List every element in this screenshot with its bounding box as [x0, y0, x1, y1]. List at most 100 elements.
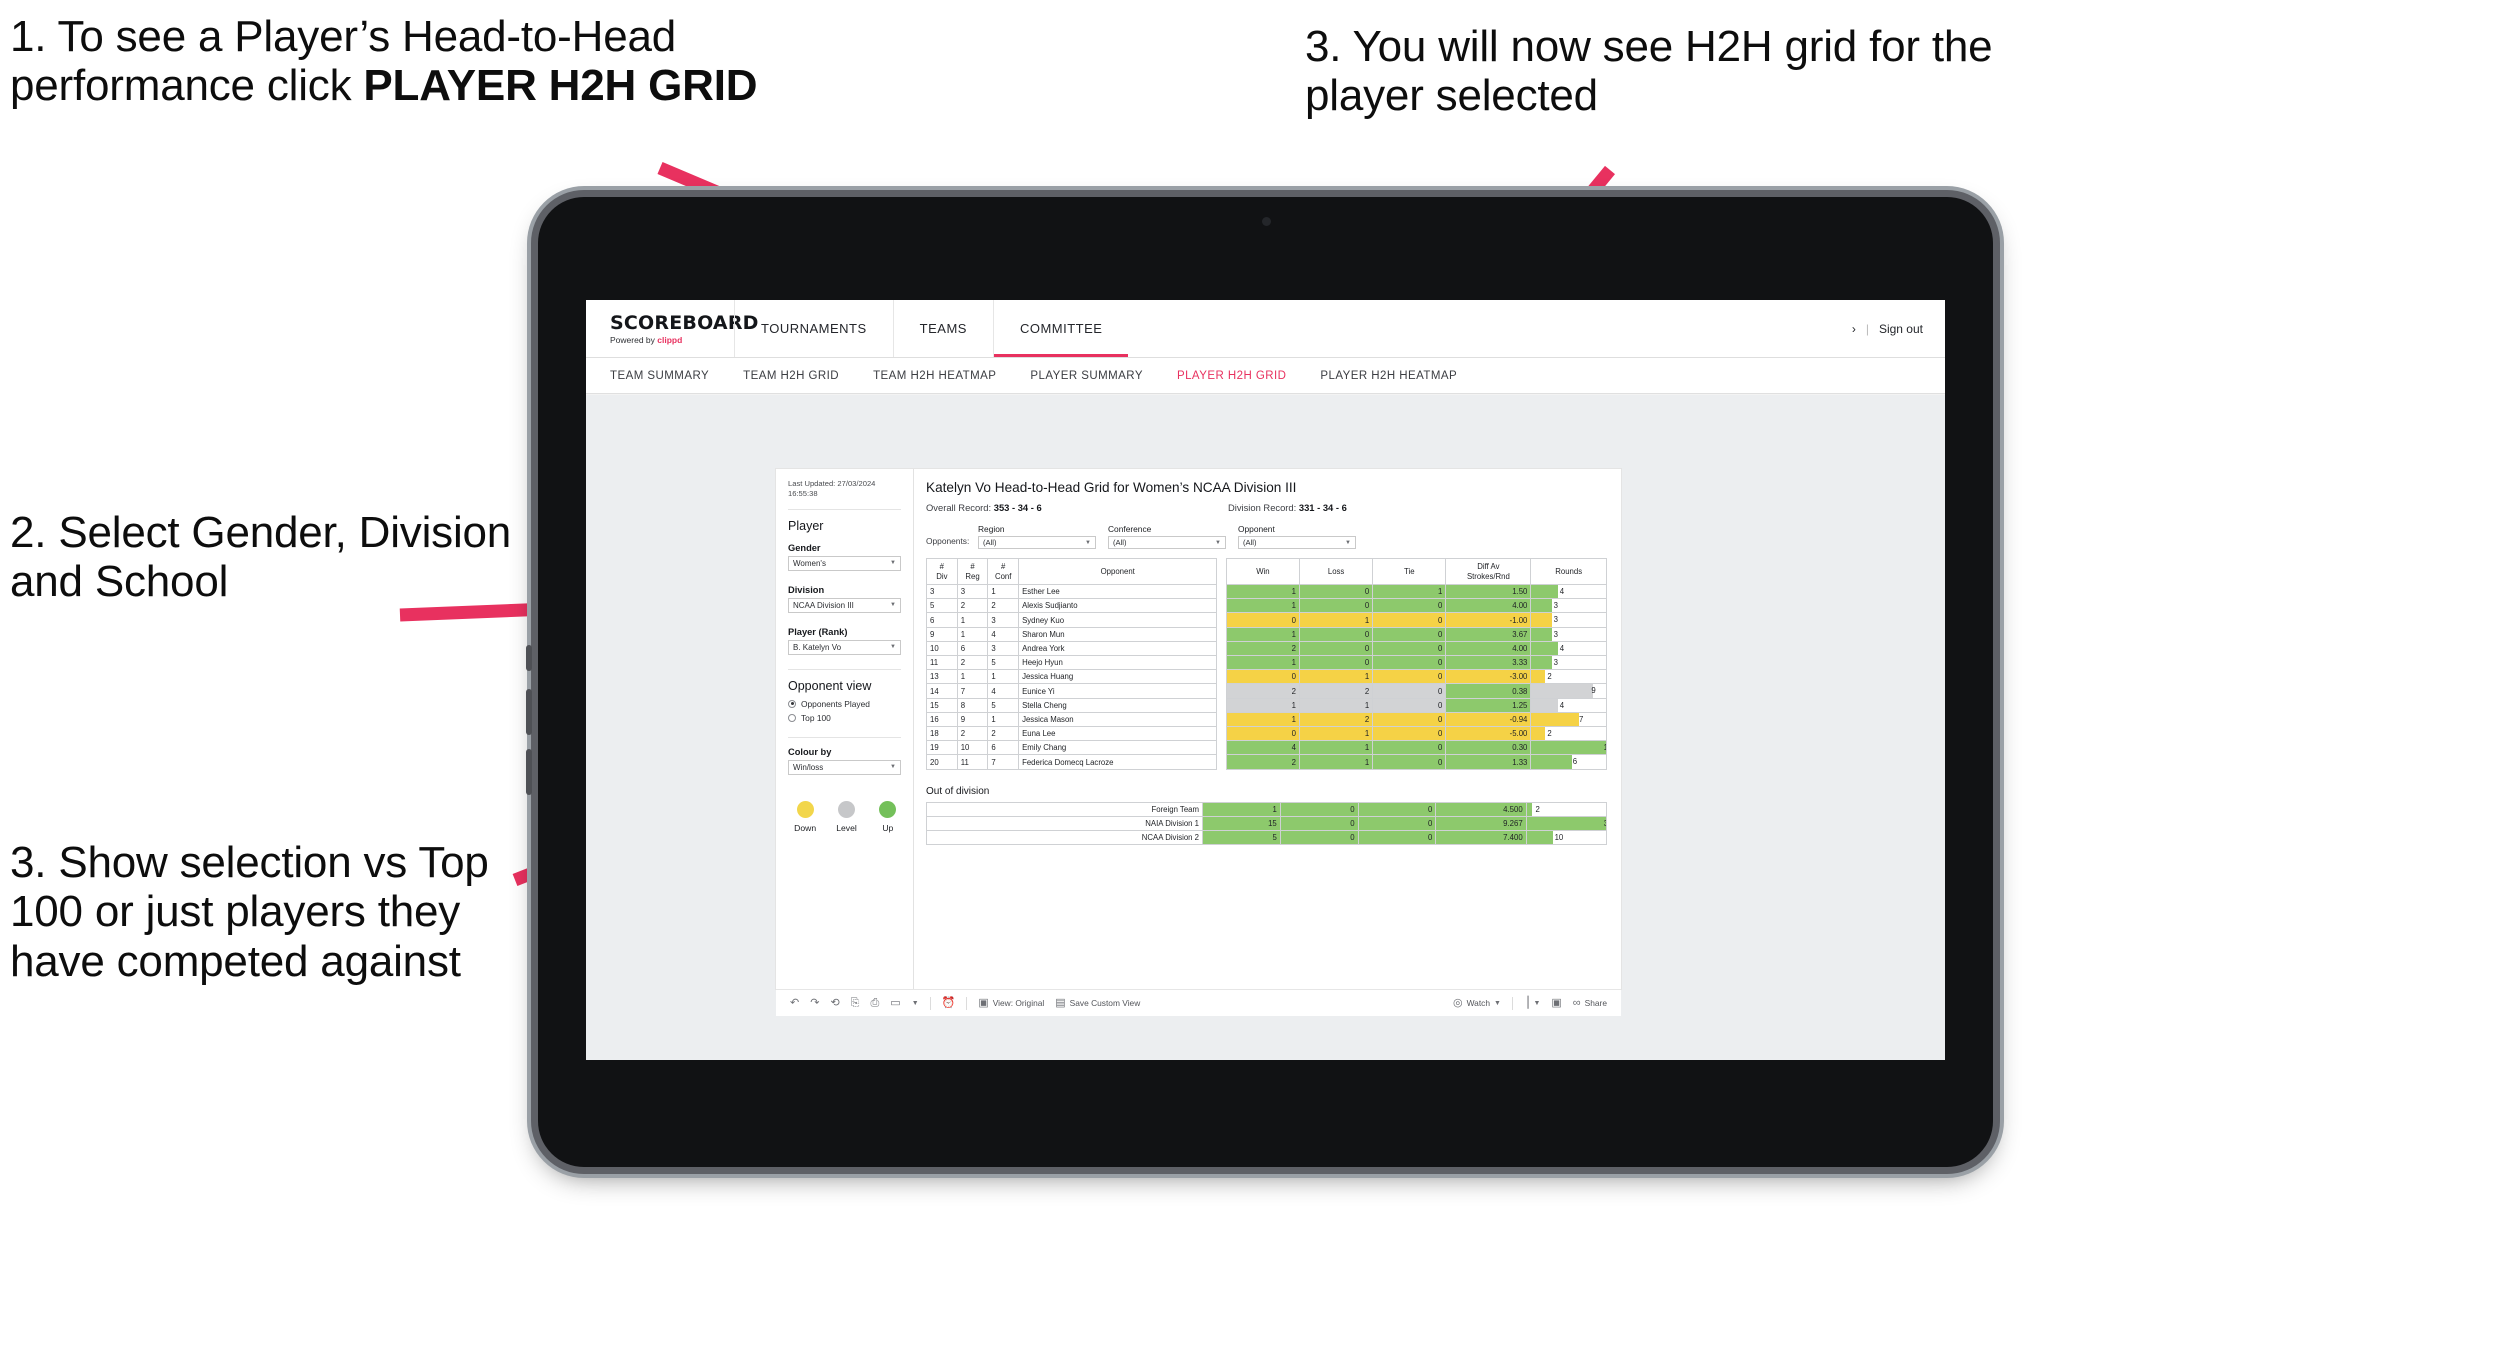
cell-reg: 2	[956, 598, 989, 614]
colour-by-value: Win/loss	[793, 762, 824, 772]
save-view-icon: ▤	[1055, 996, 1066, 1009]
table-row[interactable]: 19106Emily Chang4100.3011	[926, 740, 1607, 756]
device-button-top[interactable]	[526, 645, 532, 671]
tab-team-summary[interactable]: TEAM SUMMARY	[610, 370, 709, 382]
table-row[interactable]: 11 2 5 Heejo Hyun 1 0 0 3.33 3	[926, 655, 1607, 671]
clippd-label: clippd	[657, 335, 683, 345]
rounds-value: 6	[1572, 757, 1578, 767]
device-volume-up[interactable]	[526, 689, 532, 735]
filter-select[interactable]: B. Katelyn Vo ▼	[788, 639, 901, 655]
radio-top-100[interactable]: Top 100	[788, 713, 901, 723]
tab-team-h2h-grid[interactable]: TEAM H2H GRID	[743, 370, 839, 382]
cell-loss: 0	[1299, 655, 1374, 671]
table-row[interactable]: 20 11 7 Federica Domecq Lacroze 2 1 0 1.33 6	[926, 754, 1607, 770]
cell-win: 4	[1225, 740, 1301, 756]
header-opponent[interactable]: Opponent	[1018, 558, 1218, 585]
app-header: SCOREBOARD Powered by clippd TOURNAMENTS…	[586, 300, 1945, 358]
table-row[interactable]: 5 2 2 Alexis Sudjianto 1 0 0 4.00 3	[926, 598, 1607, 614]
cell-conf: 2	[987, 726, 1020, 742]
opponent-filter-region: Region (All) ▼	[978, 524, 1096, 549]
undo-icon[interactable]: ↶	[790, 997, 799, 1009]
cell-win: 15	[1202, 815, 1281, 832]
legend-dot-icon	[796, 800, 814, 818]
clock-icon[interactable]: ⏰	[942, 997, 956, 1009]
opponent-filter-select[interactable]: (All) ▼	[1238, 536, 1356, 549]
header-win[interactable]: Win	[1225, 558, 1301, 585]
table-row[interactable]: 15 8 5 Stella Cheng 1 1 0 1.25 4	[926, 697, 1607, 713]
share-button[interactable]: ∞ Share	[1573, 997, 1607, 1009]
out-of-division-row[interactable]: Foreign Team 1 0 0 4.500 2	[926, 801, 1608, 817]
cell-group-name: NAIA Division 1	[926, 815, 1203, 832]
download-button[interactable]: ⎟ ▼	[1524, 997, 1540, 1009]
nav-item-tournaments[interactable]: TOURNAMENTS	[734, 300, 893, 357]
filter-select[interactable]: Women's ▼	[788, 555, 901, 571]
cell-rounds: 3	[1530, 655, 1607, 671]
rounds-value: 7	[1578, 714, 1584, 724]
header-tie[interactable]: Tie	[1372, 558, 1447, 585]
chevron-down-icon[interactable]: ▼	[912, 1000, 919, 1007]
redo-icon[interactable]: ↷	[810, 997, 819, 1009]
legend-item-up[interactable]: Up	[875, 800, 901, 833]
tab-player-h2h-heatmap[interactable]: PLAYER H2H HEATMAP	[1320, 370, 1457, 382]
tab-player-summary[interactable]: PLAYER SUMMARY	[1030, 370, 1143, 382]
opponent-filter-select[interactable]: (All) ▼	[1108, 536, 1226, 549]
header-rounds[interactable]: Rounds	[1530, 558, 1607, 585]
out-of-division-row[interactable]: NAIA Division 115009.26730	[926, 815, 1608, 832]
cell-tie: 0	[1372, 626, 1447, 642]
table-row[interactable]: 18 2 2 Euna Lee 0 1 0 -5.00 2	[926, 726, 1607, 742]
header-loss[interactable]: Loss	[1299, 558, 1374, 585]
main-navigation: TOURNAMENTS TEAMS COMMITTEE	[734, 300, 1128, 357]
opponent-filter-opponent: Opponent (All) ▼	[1238, 524, 1356, 549]
table-row[interactable]: 3 3 1 Esther Lee 1 0 1 1.50 4	[926, 583, 1607, 600]
cell-diff: 0.38	[1445, 683, 1532, 699]
nav-item-committee[interactable]: COMMITTEE	[992, 300, 1129, 357]
legend-item-level[interactable]: Level	[833, 800, 859, 833]
user-chevron-icon[interactable]: ›	[1852, 322, 1856, 336]
rounds-value: 3	[1553, 601, 1558, 611]
cell-reg: 11	[956, 754, 989, 770]
opponent-filter-select[interactable]: (All) ▼	[978, 536, 1096, 549]
opponent-filter-label: Opponent	[1238, 524, 1275, 534]
refresh-icon[interactable]: ⎘	[851, 997, 860, 1009]
view-shape-icon[interactable]: ▭	[890, 997, 900, 1009]
table-row[interactable]: 14 7 4 Eunice Yi 2 2 0 0.38 9	[926, 683, 1607, 699]
nav-item-teams[interactable]: TEAMS	[892, 300, 993, 357]
toolbar-divider	[929, 996, 931, 1010]
watch-button[interactable]: ◎ Watch ▼	[1453, 997, 1501, 1009]
table-row[interactable]: 16 9 1 Jessica Mason 1 2 0 -0.94 7	[926, 711, 1607, 728]
filter-value: Women's	[793, 558, 826, 568]
table-row[interactable]: 10 6 3 Andrea York 2 0 0 4.00 4	[926, 640, 1607, 657]
filter-select[interactable]: NCAA Division III ▼	[788, 597, 901, 613]
device-volume-down[interactable]	[526, 749, 532, 795]
view-original-button[interactable]: ▣ View: Original	[978, 997, 1044, 1009]
cell-spacer	[1217, 641, 1226, 655]
radio-opponents-played[interactable]: Opponents Played	[788, 699, 901, 709]
header-diff[interactable]: Diff Av Strokes/Rnd	[1445, 558, 1532, 585]
brand-logo[interactable]: SCOREBOARD Powered by clippd	[586, 312, 758, 345]
header-reg[interactable]: # Reg	[956, 558, 989, 585]
save-custom-view-button[interactable]: ▤ Save Custom View	[1055, 996, 1140, 1009]
header-div[interactable]: # Div	[926, 558, 958, 585]
annotation-1-bold: PLAYER H2H GRID	[363, 61, 758, 111]
chevron-down-icon: ▼	[890, 560, 896, 566]
cell-opponent: Federica Domecq Lacroze	[1018, 754, 1218, 770]
cell-spacer	[1217, 585, 1226, 599]
revert-icon[interactable]: ⟲	[830, 997, 839, 1009]
pause-icon[interactable]: ⎙	[870, 997, 879, 1009]
sign-out-link[interactable]: Sign out	[1879, 322, 1923, 336]
legend-dot-icon	[837, 800, 855, 818]
header-conf[interactable]: # Conf	[987, 558, 1020, 585]
table-row[interactable]: 6 1 3 Sydney Kuo 0 1 0 -1.00 3	[926, 612, 1607, 628]
tab-player-h2h-grid[interactable]: PLAYER H2H GRID	[1177, 370, 1286, 382]
annotation-1: 1. To see a Player’s Head-to-Head perfor…	[10, 12, 770, 111]
legend-item-down[interactable]: Down	[792, 800, 818, 833]
tab-team-h2h-heatmap[interactable]: TEAM H2H HEATMAP	[873, 370, 996, 382]
colour-by-select[interactable]: Win/loss ▼	[788, 759, 901, 775]
out-of-division-row[interactable]: NCAA Division 2 5 0 0 7.400 10	[926, 830, 1608, 846]
filter-label: Player (Rank)	[788, 626, 848, 637]
table-row[interactable]: 9 1 4 Sharon Mun 1 0 0 3.67 3	[926, 626, 1607, 642]
cell-tie: 0	[1357, 830, 1437, 846]
cell-spacer	[1217, 741, 1226, 755]
table-row[interactable]: 13 1 1 Jessica Huang 0 1 0 -3.00 2	[926, 669, 1607, 685]
fullscreen-icon[interactable]: ▣	[1551, 997, 1561, 1009]
